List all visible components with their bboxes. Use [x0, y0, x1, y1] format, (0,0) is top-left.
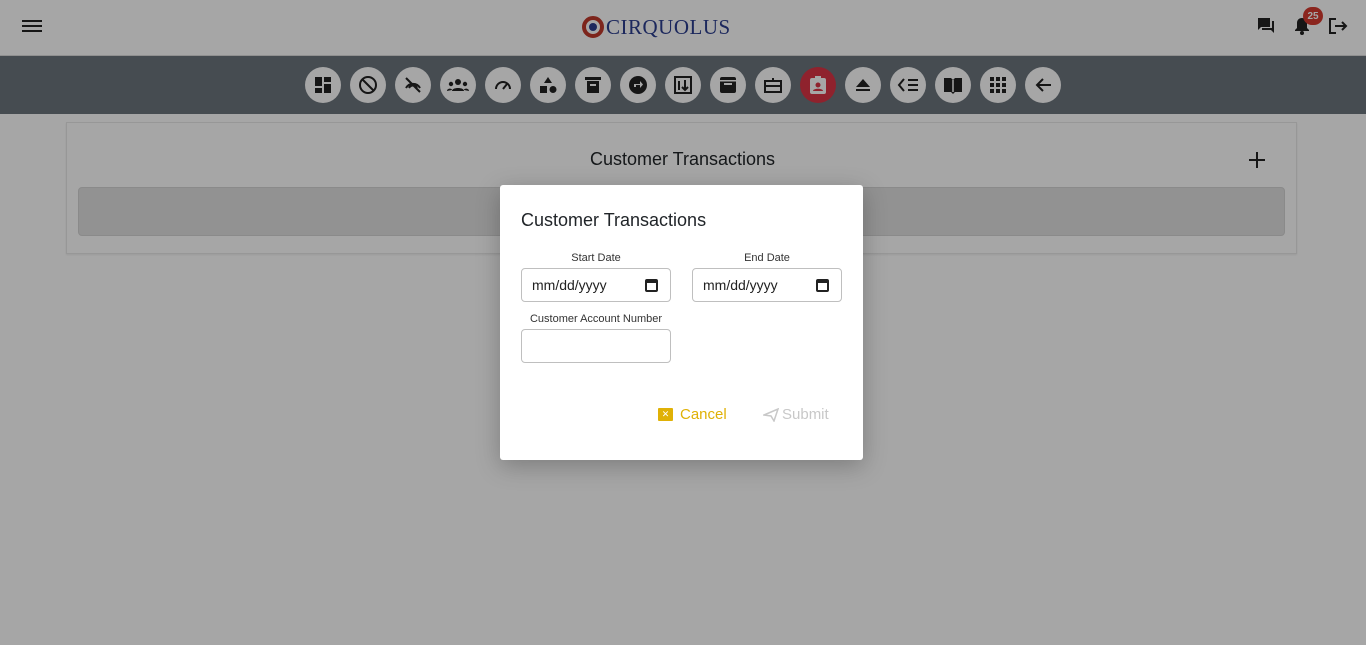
cancel-label: Cancel	[680, 406, 727, 423]
end-date-label: End Date	[744, 252, 790, 264]
cancel-button[interactable]: ✕ Cancel	[658, 406, 727, 423]
submit-label: Submit	[782, 406, 829, 423]
dialog-title: Customer Transactions	[521, 210, 707, 230]
start-date-input[interactable]: mm/dd/yyyy	[521, 268, 671, 302]
customer-transactions-dialog: Customer Transactions Start Date mm/dd/y…	[500, 185, 863, 460]
calendar-icon[interactable]	[816, 279, 829, 292]
submit-button[interactable]: Submit	[763, 406, 829, 423]
start-date-value: mm/dd/yyyy	[532, 277, 607, 293]
account-number-input[interactable]	[521, 329, 671, 363]
close-icon: ✕	[658, 408, 673, 421]
start-date-label: Start Date	[571, 252, 621, 264]
end-date-value: mm/dd/yyyy	[703, 277, 778, 293]
account-number-label: Customer Account Number	[529, 313, 663, 325]
send-icon	[763, 407, 779, 422]
end-date-input[interactable]: mm/dd/yyyy	[692, 268, 842, 302]
calendar-icon[interactable]	[645, 279, 658, 292]
